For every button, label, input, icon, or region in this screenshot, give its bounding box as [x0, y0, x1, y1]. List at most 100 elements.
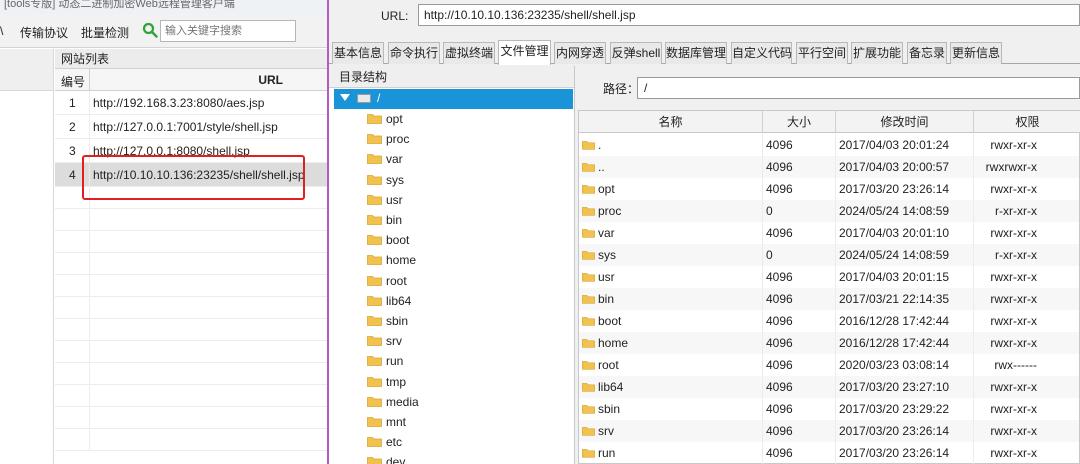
col-number-header[interactable]: 编号: [61, 73, 85, 90]
folder-icon: [367, 134, 382, 145]
file-mtime: 2017/03/20 23:27:10: [836, 376, 974, 398]
file-name: proc: [598, 204, 622, 218]
file-name: ..: [598, 160, 605, 174]
file-row[interactable]: sbin 4096 2017/03/20 23:29:22 rwxr-xr-x: [579, 398, 1079, 420]
tab-basic-info[interactable]: 基本信息: [332, 42, 384, 64]
drive-icon: [357, 94, 371, 103]
file-name: var: [598, 226, 615, 240]
file-row[interactable]: proc 0 2024/05/24 14:08:59 r-xr-xr-x: [579, 200, 1079, 222]
folder-icon: [582, 295, 595, 304]
file-permission: rwxr-xr-x: [990, 424, 1037, 438]
file-name: srv: [598, 424, 614, 438]
file-permission: rwxr-xr-x: [990, 138, 1037, 152]
toolbar-partial-item[interactable]: \: [0, 24, 3, 38]
tree-root-node[interactable]: /: [334, 89, 573, 109]
col-name-header[interactable]: 名称: [579, 111, 763, 133]
file-row[interactable]: usr 4096 2017/04/03 20:01:15 rwxr-xr-x: [579, 266, 1079, 288]
file-size: 4096: [763, 134, 836, 156]
file-permission: rwxrwxr-x: [985, 160, 1037, 174]
file-row[interactable]: boot 4096 2016/12/28 17:42:44 rwxr-xr-x: [579, 310, 1079, 332]
folder-icon: [582, 251, 595, 260]
directory-tree: 目录结构 / opt proc var sys usr bin boot home root li…: [329, 66, 575, 464]
file-mtime: 2017/03/21 22:14:35: [836, 288, 974, 310]
folder-icon: [582, 163, 595, 172]
file-mtime: 2017/04/03 20:01:24: [836, 134, 974, 156]
tab-intranet-tunnel[interactable]: 内网穿透: [554, 42, 606, 64]
site-list-header: 编号 URL: [55, 69, 327, 91]
tab-database[interactable]: 数据库管理: [665, 42, 727, 64]
tab-command-exec[interactable]: 命令执行: [388, 42, 440, 64]
file-row[interactable]: run 4096 2017/03/20 23:26:14 rwxr-xr-x: [579, 442, 1079, 464]
file-name: boot: [598, 314, 622, 328]
protocol-menu[interactable]: 传输协议: [20, 24, 68, 41]
site-row[interactable]: 2 http://127.0.0.1:7001/style/shell.jsp: [55, 115, 327, 139]
highlight-annotation-box: [82, 155, 305, 200]
url-input[interactable]: http://10.10.10.136:23235/shell/shell.js…: [418, 4, 1080, 26]
file-row[interactable]: srv 4096 2017/03/20 23:26:14 rwxr-xr-x: [579, 420, 1079, 442]
folder-icon: [367, 396, 382, 407]
tab-reverse-shell[interactable]: 反弹shell: [610, 42, 662, 64]
tab-updates[interactable]: 更新信息: [950, 42, 1002, 64]
file-size: 4096: [763, 266, 836, 288]
file-mtime: 2016/12/28 17:42:44: [836, 332, 974, 354]
file-permission: rwxr-xr-x: [990, 446, 1037, 460]
file-mtime: 2017/03/20 23:29:22: [836, 398, 974, 420]
file-mtime: 2017/04/03 20:01:15: [836, 266, 974, 288]
file-row[interactable]: var 4096 2017/04/03 20:01:10 rwxr-xr-x: [579, 222, 1079, 244]
tab-file-manager[interactable]: 文件管理: [498, 40, 551, 65]
file-name: run: [598, 446, 616, 460]
search-input[interactable]: [160, 20, 296, 42]
tab-custom-code[interactable]: 自定义代码: [731, 42, 792, 64]
file-permission: rwxr-xr-x: [990, 380, 1037, 394]
site-row[interactable]: 1 http://192.168.3.23:8080/aes.jsp: [55, 91, 327, 115]
file-row[interactable]: .. 4096 2017/04/03 20:00:57 rwxrwxr-x: [579, 156, 1079, 178]
expand-arrow-icon[interactable]: [340, 94, 350, 101]
site-list-title: 网站列表: [55, 49, 327, 69]
window-title: [tools专版] 动态二进制加密Web远程管理客户端: [0, 0, 327, 14]
folder-icon: [582, 207, 595, 216]
file-mtime: 2017/03/20 23:26:14: [836, 178, 974, 200]
file-size: 4096: [763, 222, 836, 244]
file-row[interactable]: bin 4096 2017/03/21 22:14:35 rwxr-xr-x: [579, 288, 1079, 310]
folder-icon: [367, 114, 382, 124]
file-permission: rwx------: [994, 358, 1037, 372]
file-size: 4096: [763, 288, 836, 310]
file-row[interactable]: lib64 4096 2017/03/20 23:27:10 rwxr-xr-x: [579, 376, 1079, 398]
tree-folder-label: usr: [386, 192, 403, 207]
tab-memo[interactable]: 备忘录: [907, 42, 947, 64]
search-icon[interactable]: [142, 22, 158, 38]
file-permission: r-xr-xr-x: [995, 248, 1037, 262]
tree-root-label: /: [377, 91, 381, 105]
file-mtime: 2017/03/20 23:26:14: [836, 420, 974, 442]
file-mtime: 2017/04/03 20:00:57: [836, 156, 974, 178]
file-row[interactable]: home 4096 2016/12/28 17:42:44 rwxr-xr-x: [579, 332, 1079, 354]
col-perm-header[interactable]: 权限: [974, 111, 1080, 133]
file-size: 0: [763, 244, 836, 266]
file-name: .: [598, 138, 602, 152]
path-input[interactable]: /: [637, 77, 1080, 99]
folder-icon: [582, 273, 595, 282]
col-size-header[interactable]: 大小: [763, 111, 836, 133]
file-mtime: 2017/04/03 20:01:10: [836, 222, 974, 244]
file-row[interactable]: . 4096 2017/04/03 20:01:24 rwxr-xr-x: [579, 134, 1079, 156]
file-row[interactable]: root 4096 2020/03/23 03:08:14 rwx------: [579, 354, 1079, 376]
tree-folder-label: mnt: [386, 415, 407, 429]
site-list: 网站列表 编号 URL 1 http://192.168.3.23:8080/a…: [55, 49, 327, 464]
tab-extensions[interactable]: 扩展功能: [851, 42, 903, 64]
batch-check-menu[interactable]: 批量检测: [81, 24, 129, 41]
file-table: 名称 大小 修改时间 权限 . 4096 2017/04/03 20:01:24 rw…: [578, 110, 1080, 464]
file-row[interactable]: opt 4096 2017/03/20 23:26:14 rwxr-xr-x: [579, 178, 1079, 200]
tab-virtual-terminal[interactable]: 虚拟终端: [443, 42, 495, 64]
col-mtime-header[interactable]: 修改时间: [836, 111, 974, 133]
file-size: 4096: [763, 178, 836, 200]
file-mtime: 2024/05/24 14:08:59: [836, 200, 974, 222]
tree-folder-label: proc: [386, 132, 410, 147]
folder-icon: [582, 185, 595, 194]
folder-icon: [367, 376, 382, 387]
tab-parallel-space[interactable]: 平行空间: [796, 42, 848, 64]
site-number: 1: [69, 96, 76, 110]
tree-folder-label: etc: [386, 435, 403, 450]
col-url-header[interactable]: URL: [258, 73, 283, 87]
file-size: 4096: [763, 310, 836, 332]
file-row[interactable]: sys 0 2024/05/24 14:08:59 r-xr-xr-x: [579, 244, 1079, 266]
